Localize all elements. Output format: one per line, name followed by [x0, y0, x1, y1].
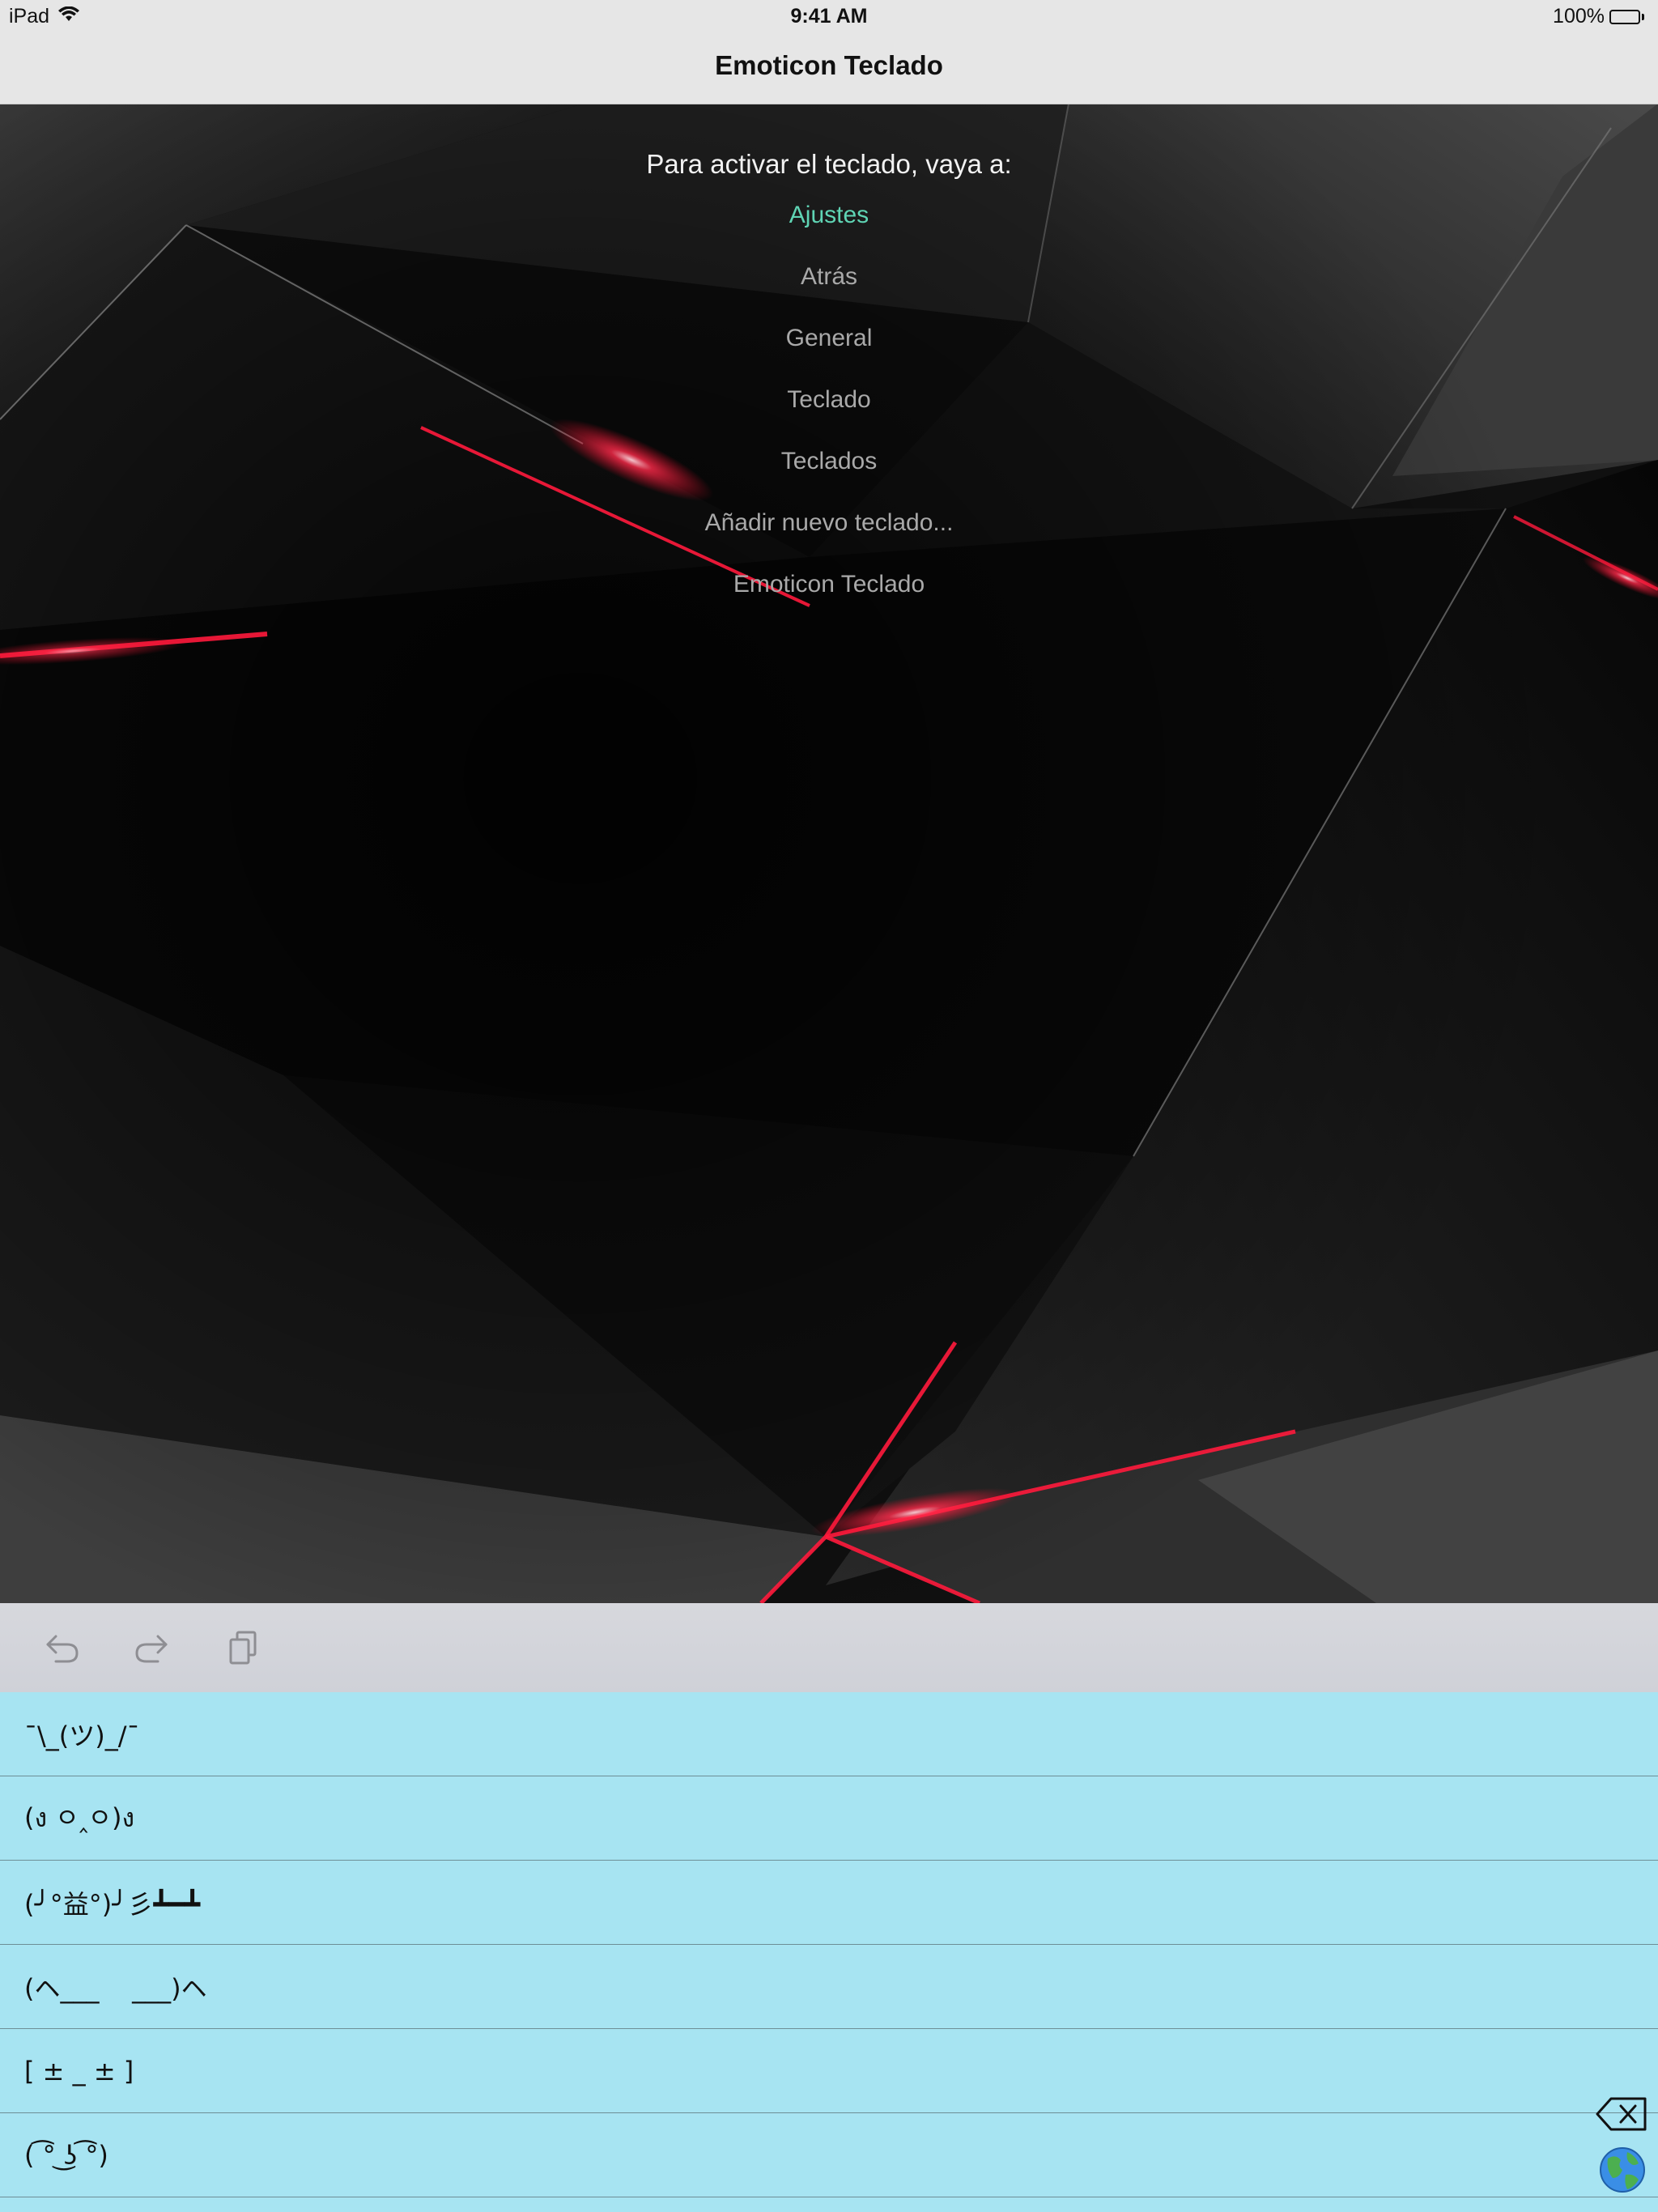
emoticon-row-shrug[interactable]: ¯\_(ツ)_/¯ — [0, 1692, 1658, 1776]
wallpaper-background: Para activar el teclado, vaya a: Ajustes… — [0, 104, 1658, 1603]
emoticon-row-table-flip[interactable]: (╯°益°)╯彡┻━┻ — [0, 1861, 1658, 1945]
step-anadir-nuevo-teclado: Añadir nuevo teclado... — [704, 509, 954, 536]
status-right: 100% — [1553, 5, 1647, 28]
globe-icon[interactable] — [1598, 2146, 1647, 2194]
page-title: Emoticon Teclado — [715, 50, 943, 80]
app-screen: iPad 9:41 AM 100% Emoticon Teclado Para … — [0, 0, 1658, 2212]
undo-icon[interactable] — [39, 1625, 84, 1670]
emoticon-row-fight[interactable]: (ง ㅇ‸ㅇ)ง — [0, 1776, 1658, 1861]
emoticon-list: ¯\_(ツ)_/¯ (ง ㅇ‸ㅇ)ง (╯°益°)╯彡┻━┻ (ヘ___ ___… — [0, 1692, 1658, 2212]
step-emoticon-teclado: Emoticon Teclado — [733, 571, 925, 598]
backspace-icon[interactable] — [1593, 2092, 1650, 2136]
battery-percent: 100% — [1553, 5, 1605, 28]
step-teclados: Teclados — [780, 448, 878, 474]
navigation-bar: iPad 9:41 AM 100% Emoticon Teclado — [0, 0, 1658, 104]
step-general: General — [785, 325, 873, 351]
step-teclado: Teclado — [787, 386, 871, 413]
status-time: 9:41 AM — [790, 5, 868, 28]
emoticon-row-shrug-low[interactable]: (ヘ___ ___)ヘ — [0, 1945, 1658, 2029]
battery-icon — [1609, 9, 1647, 25]
instructions-heading: Para activar el teclado, vaya a: — [646, 149, 1012, 179]
step-atras: Atrás — [800, 263, 858, 290]
emoticon-row-lenny[interactable]: ( ͡° ͜ʖ ͡°) — [0, 2113, 1658, 2197]
redo-icon[interactable] — [130, 1625, 175, 1670]
emoticon-row-bracket-face[interactable]: [ ± _ ± ] — [0, 2029, 1658, 2113]
paste-icon[interactable] — [220, 1625, 266, 1670]
keyboard-shortcut-bar — [0, 1603, 1658, 1692]
step-ajustes[interactable]: Ajustes — [0, 185, 1658, 246]
activation-instructions: Para activar el teclado, vaya a: Ajustes… — [0, 144, 1658, 615]
